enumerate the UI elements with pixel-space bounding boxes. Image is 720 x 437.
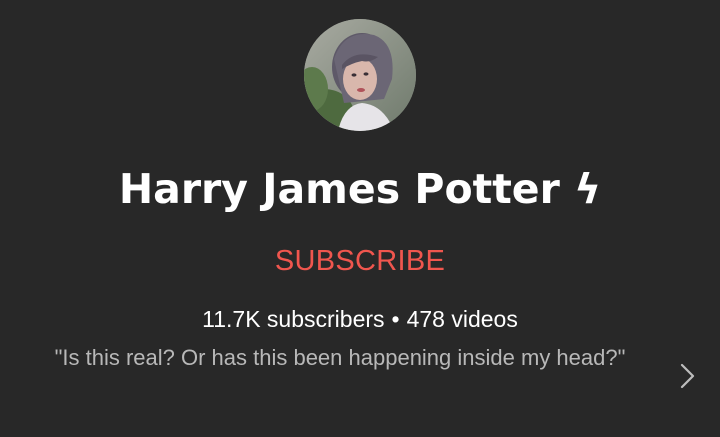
channel-description[interactable]: "Is this real? Or has this been happenin… [40, 341, 640, 375]
subscribe-button[interactable]: SUBSCRIBE [260, 238, 460, 284]
separator-dot: • [391, 306, 400, 332]
channel-header: Harry James Potter ϟ SUBSCRIBE 11.7K sub… [0, 0, 720, 437]
channel-stats: 11.7K subscribers • 478 videos [0, 303, 720, 335]
subscriber-count: 11.7K subscribers [202, 306, 385, 332]
channel-name: Harry James Potter ϟ [118, 165, 602, 213]
profile-photo [304, 19, 416, 131]
chevron-right-icon[interactable] [672, 358, 702, 394]
avatar[interactable] [304, 19, 416, 131]
video-count: 478 videos [406, 306, 518, 332]
